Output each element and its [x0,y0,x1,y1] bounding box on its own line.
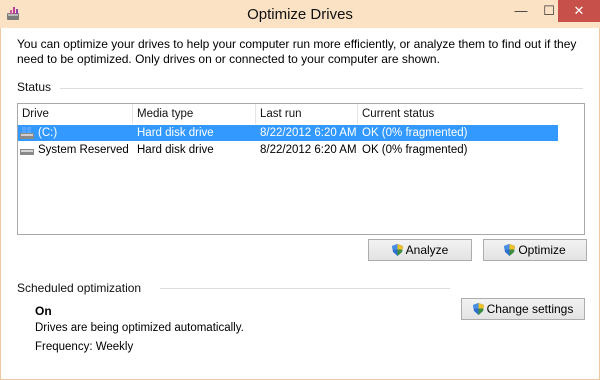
drive-icon [20,149,34,155]
column-header-drive[interactable]: Drive [18,108,49,120]
minimize-button[interactable]: — [508,0,534,22]
schedule-detail: Drives are being optimized automatically… [35,322,244,334]
status-section-label: Status [17,80,52,94]
change-settings-label: Change settings [486,302,574,316]
schedule-frequency: Frequency: Weekly [35,341,134,353]
media-type: Hard disk drive [137,144,214,156]
column-header-media-type[interactable]: Media type [133,108,193,120]
optimize-button[interactable]: Optimize [483,239,587,261]
schedule-state: On [35,304,52,318]
uac-shield-icon [504,244,516,256]
optimize-label: Optimize [518,243,566,257]
drive-list[interactable]: Drive Media type Last run Current status… [17,103,585,235]
drive-row-c[interactable]: (C:) Hard disk drive 8/22/2012 6:20 AM O… [18,125,558,141]
last-run: 8/22/2012 6:20 AM [260,127,357,139]
description-text: You can optimize your drives to help you… [17,37,577,66]
column-header-current-status[interactable]: Current status [358,108,434,120]
current-status: OK (0% fragmented) [362,127,468,139]
scheduled-section-label: Scheduled optimization [17,281,142,295]
analyze-button[interactable]: Analyze [368,239,472,261]
title-bar[interactable]: Optimize Drives — ☐ ✕ [0,0,600,28]
column-header-last-run[interactable]: Last run [256,108,302,120]
analyze-label: Analyze [405,243,449,257]
status-divider [60,88,583,89]
drive-name: System Reserved [38,144,129,156]
change-settings-button[interactable]: Change settings [461,298,585,320]
close-button[interactable]: ✕ [558,0,600,22]
uac-shield-icon [391,244,403,256]
windows-drive-icon [20,127,34,139]
drive-row-system-reserved[interactable]: System Reserved Hard disk drive 8/22/201… [18,142,558,158]
uac-shield-icon [472,303,484,315]
media-type: Hard disk drive [137,127,214,139]
current-status: OK (0% fragmented) [362,144,468,156]
last-run: 8/22/2012 6:20 AM [260,144,357,156]
drive-name: (C:) [38,127,58,139]
drive-list-header: Drive Media type Last run Current status [18,104,584,124]
scheduled-divider [160,288,450,289]
